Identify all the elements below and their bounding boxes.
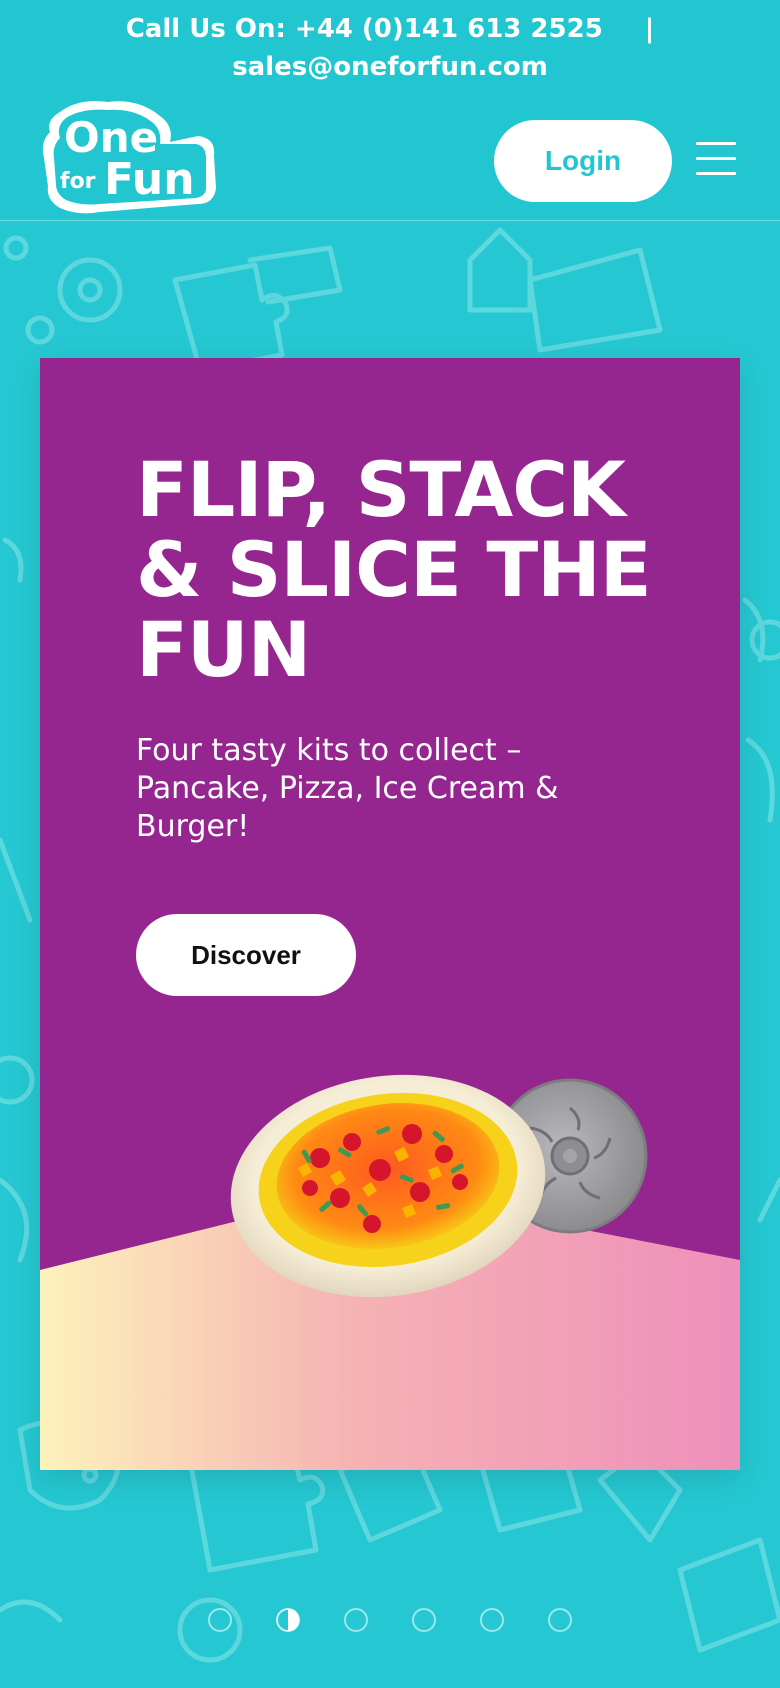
carousel-dot[interactable]	[480, 1608, 504, 1632]
hero-title: FLIP, STACK & SLICE THE FUN	[136, 445, 652, 694]
carousel-dot[interactable]	[344, 1608, 368, 1632]
contact-row-phone: Call Us On: +44 (0)141 613 2525 |	[0, 10, 780, 48]
hero-subtitle: Four tasty kits to collect – Pancake, Pi…	[136, 733, 559, 844]
contact-separator: |	[644, 14, 655, 44]
email-link[interactable]: sales@oneforfun.com	[0, 48, 780, 86]
menu-line	[696, 142, 736, 145]
carousel-dot[interactable]	[412, 1608, 436, 1632]
carousel-dots	[0, 1608, 780, 1636]
phone-link[interactable]: Call Us On: +44 (0)141 613 2525	[126, 14, 603, 44]
hero-slide: FLIP, STACK & SLICE THE FUN Four tasty k…	[40, 358, 740, 1470]
svg-text:for: for	[60, 169, 96, 194]
discover-button[interactable]: Discover	[136, 914, 356, 996]
hamburger-icon[interactable]	[696, 142, 736, 176]
carousel-dot[interactable]	[208, 1608, 232, 1632]
carousel-dot[interactable]	[548, 1608, 572, 1632]
login-button[interactable]: Login	[494, 120, 672, 202]
pizza-kit-image	[230, 1074, 648, 1298]
site-header: Call Us On: +44 (0)141 613 2525 | sales@o…	[0, 0, 780, 221]
svg-text:Fun: Fun	[104, 154, 195, 205]
carousel-dot-active[interactable]	[276, 1608, 300, 1632]
logo-lettering: One for Fun	[60, 113, 195, 205]
menu-line	[696, 172, 736, 175]
oneforfun-logo[interactable]: One for Fun	[38, 96, 220, 220]
menu-line	[696, 157, 736, 160]
contact-info: Call Us On: +44 (0)141 613 2525 | sales@o…	[0, 10, 780, 86]
